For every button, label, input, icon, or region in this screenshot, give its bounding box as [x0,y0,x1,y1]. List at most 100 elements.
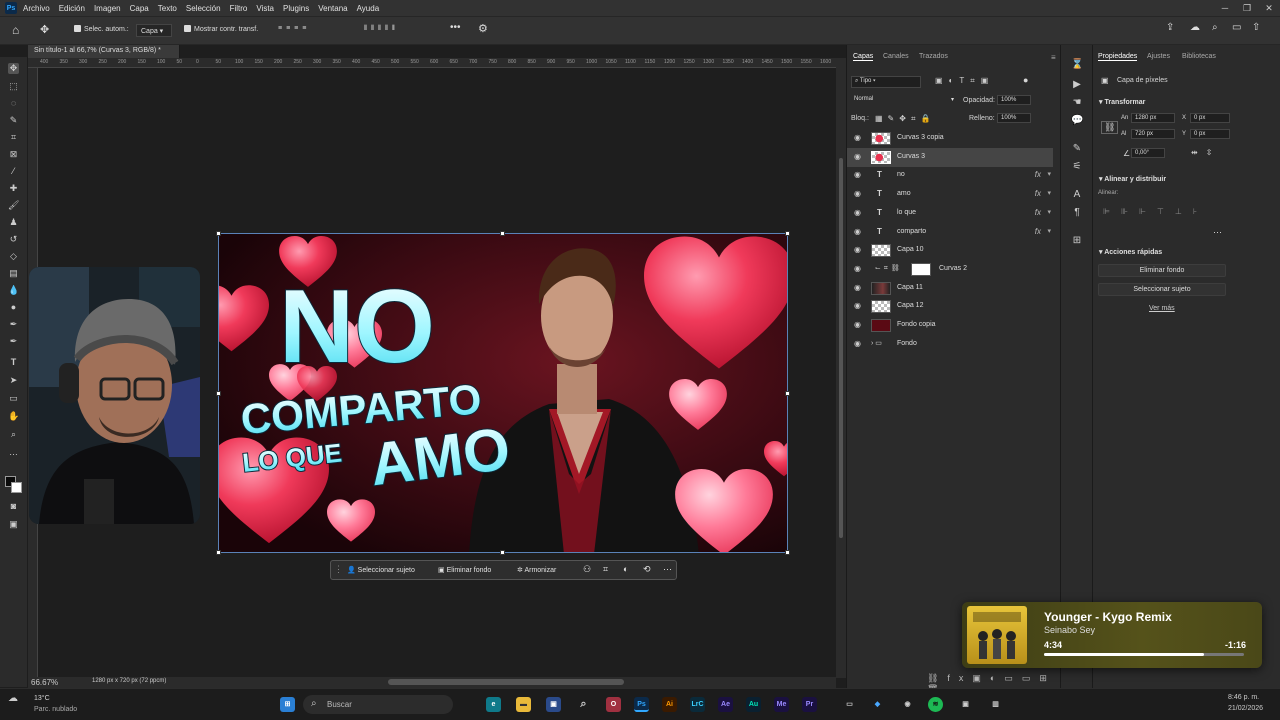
minimize-icon[interactable]: ─ [1214,0,1236,16]
more-tools-icon[interactable]: … [8,447,19,458]
vertical-scrollbar-thumb[interactable] [839,158,843,538]
workspace-icon[interactable]: ▭ [1232,22,1241,33]
link-icon[interactable]: ⛓ [1101,121,1119,134]
layer-row[interactable]: ◉ Curvas 3 copia [847,129,1053,148]
transform-icon[interactable]: ⌗ [603,564,608,575]
tab-ajustes[interactable]: Ajustes [1147,53,1170,60]
brush-settings-icon[interactable]: ✎ [1071,143,1083,155]
menu-texto[interactable]: Texto [158,4,177,13]
move-tool-icon[interactable]: ✥ [40,23,49,36]
layer-row[interactable]: ◉ Capa 11 [847,279,1053,298]
select-subject-button[interactable]: 👤 Seleccionar sujeto [347,566,415,574]
opacity-input[interactable]: 100% [997,95,1031,105]
menu-seleccion[interactable]: Selección [186,4,221,13]
type-tool-icon[interactable]: T [8,357,19,368]
people-icon[interactable]: ⚇ [583,564,591,575]
adjust-icon[interactable]: ◐ [623,564,628,574]
search-icon[interactable]: ⌕ [1212,22,1218,33]
chevron-down-icon[interactable]: ▾ [1047,208,1051,216]
filter-toggle-icon[interactable]: ● [1023,75,1028,85]
spotify-icon[interactable]: ≋ [928,697,943,712]
filter-icons[interactable]: ▣◐T⌗▣ [935,76,994,86]
healing-brush-icon[interactable]: ✚ [8,183,19,194]
gradient-tool-icon[interactable]: ▤ [8,268,19,279]
menu-archivo[interactable]: Archivo [23,4,50,13]
auto-select-checkbox[interactable]: Selec. autom.: [74,25,129,33]
windows-start-icon[interactable]: ⊞ [280,697,295,712]
panel-menu-icon[interactable]: ≡ [1051,53,1056,62]
blend-mode-select[interactable]: Normal ▾ [851,95,957,107]
visibility-eye-icon[interactable]: ◉ [854,283,862,291]
app-icon[interactable]: ▣ [546,697,561,712]
menu-edicion[interactable]: Edición [59,4,85,13]
visibility-eye-icon[interactable]: ◉ [854,339,862,347]
app-icon-5[interactable]: ▣ [958,697,973,712]
visibility-eye-icon[interactable]: ◉ [854,302,862,310]
shape-tool-icon[interactable]: ▭ [8,393,19,404]
frame-tool-icon[interactable]: ⊠ [8,149,19,160]
layer-row[interactable]: ◉ Capa 10 [847,241,1053,260]
quick-mask-icon[interactable]: ◙ [8,501,19,512]
angle-input[interactable]: 0,00° [1131,148,1165,158]
path-select-icon[interactable]: ➤ [8,375,19,386]
horizontal-scrollbar[interactable] [388,679,624,685]
quick-select-icon[interactable]: ✎ [8,115,19,126]
layer-row[interactable]: ◉ Curvas 3 [847,147,1053,167]
menu-filtro[interactable]: Filtro [230,4,248,13]
y-input[interactable]: 0 px [1190,129,1230,139]
visibility-eye-icon[interactable]: ◉ [854,208,862,216]
libraries-icon[interactable]: ⊞ [1071,235,1083,247]
menu-ventana[interactable]: Ventana [318,4,347,13]
chevron-down-icon[interactable]: ▾ [1047,189,1051,197]
lightroom-icon[interactable]: LrC [690,697,705,712]
document-canvas[interactable]: NO COMPARTO LO QUE AMO [218,233,788,553]
share-doc-icon[interactable]: ⇧ [1252,22,1260,33]
drag-handle-icon[interactable]: ⋮ [334,564,343,575]
menu-imagen[interactable]: Imagen [94,4,121,13]
marquee-tool-icon[interactable]: ⬚ [8,81,19,92]
gear-icon[interactable]: ⚙ [478,22,488,35]
app-icon-4[interactable]: ◉ [900,697,915,712]
remove-background-button[interactable]: ▣ Eliminar fondo [438,566,491,574]
zoom-tool-icon[interactable]: ⌕ [8,429,19,440]
tab-capas[interactable]: Capas [853,53,874,61]
more-align-icon[interactable]: ⋯ [1213,227,1222,238]
menu-plugins[interactable]: Plugins [283,4,309,13]
menu-ayuda[interactable]: Ayuda [357,4,380,13]
lasso-tool-icon[interactable]: ◌ [8,98,19,109]
layer-row[interactable]: ◉ Capa 12 [847,297,1053,316]
pen-tool-icon[interactable]: ✒ [8,336,19,347]
background-color-swatch[interactable] [11,482,22,493]
transform-handle[interactable] [500,550,505,555]
file-explorer-icon[interactable]: ▬ [516,697,531,712]
hand-tool-icon[interactable]: ✋ [8,411,19,422]
vertical-scrollbar[interactable] [836,58,846,678]
character-icon[interactable]: A [1071,189,1083,201]
zoom-level[interactable]: 66.67% [31,678,58,687]
fill-input[interactable]: 100% [997,113,1031,123]
tab-canales[interactable]: Canales [883,53,909,60]
visibility-eye-icon[interactable]: ◉ [854,190,862,198]
layer-filter-select[interactable]: ⌕ Tipo ▾ [851,76,921,88]
visibility-eye-icon[interactable]: ◉ [854,134,862,142]
visibility-eye-icon[interactable]: ◉ [854,264,862,272]
tab-bibliotecas[interactable]: Bibliotecas [1182,53,1216,60]
photoshop-taskbar-icon[interactable]: Ps [634,697,649,712]
crop-tool-icon[interactable]: ⌗ [8,132,19,143]
history-icon[interactable]: ⌛ [1071,59,1083,71]
close-icon[interactable]: ✕ [1258,0,1280,16]
transform-handle[interactable] [216,391,221,396]
transform-section-title[interactable]: ▾ Transformar [1099,98,1145,106]
lock-icons[interactable]: ▦✎✥⌗🔒 [875,114,935,124]
visibility-eye-icon[interactable]: ◉ [854,171,862,179]
media-encoder-icon[interactable]: Me [774,697,789,712]
cloud-icon[interactable]: ☁ [1190,22,1200,33]
media-player-widget[interactable]: Younger - Kygo Remix Seinabo Sey 4:34 -1… [962,602,1262,668]
actions-play-icon[interactable]: ▶ [1071,79,1083,91]
folder-icon[interactable]: › ▭ [871,339,882,347]
chevron-down-icon[interactable]: ▾ [1047,170,1051,178]
paragraph-icon[interactable]: ¶ [1071,207,1083,219]
opera-icon[interactable]: O [606,697,621,712]
share-icon[interactable]: ⇪ [1166,22,1174,33]
transform-handle[interactable] [785,231,790,236]
